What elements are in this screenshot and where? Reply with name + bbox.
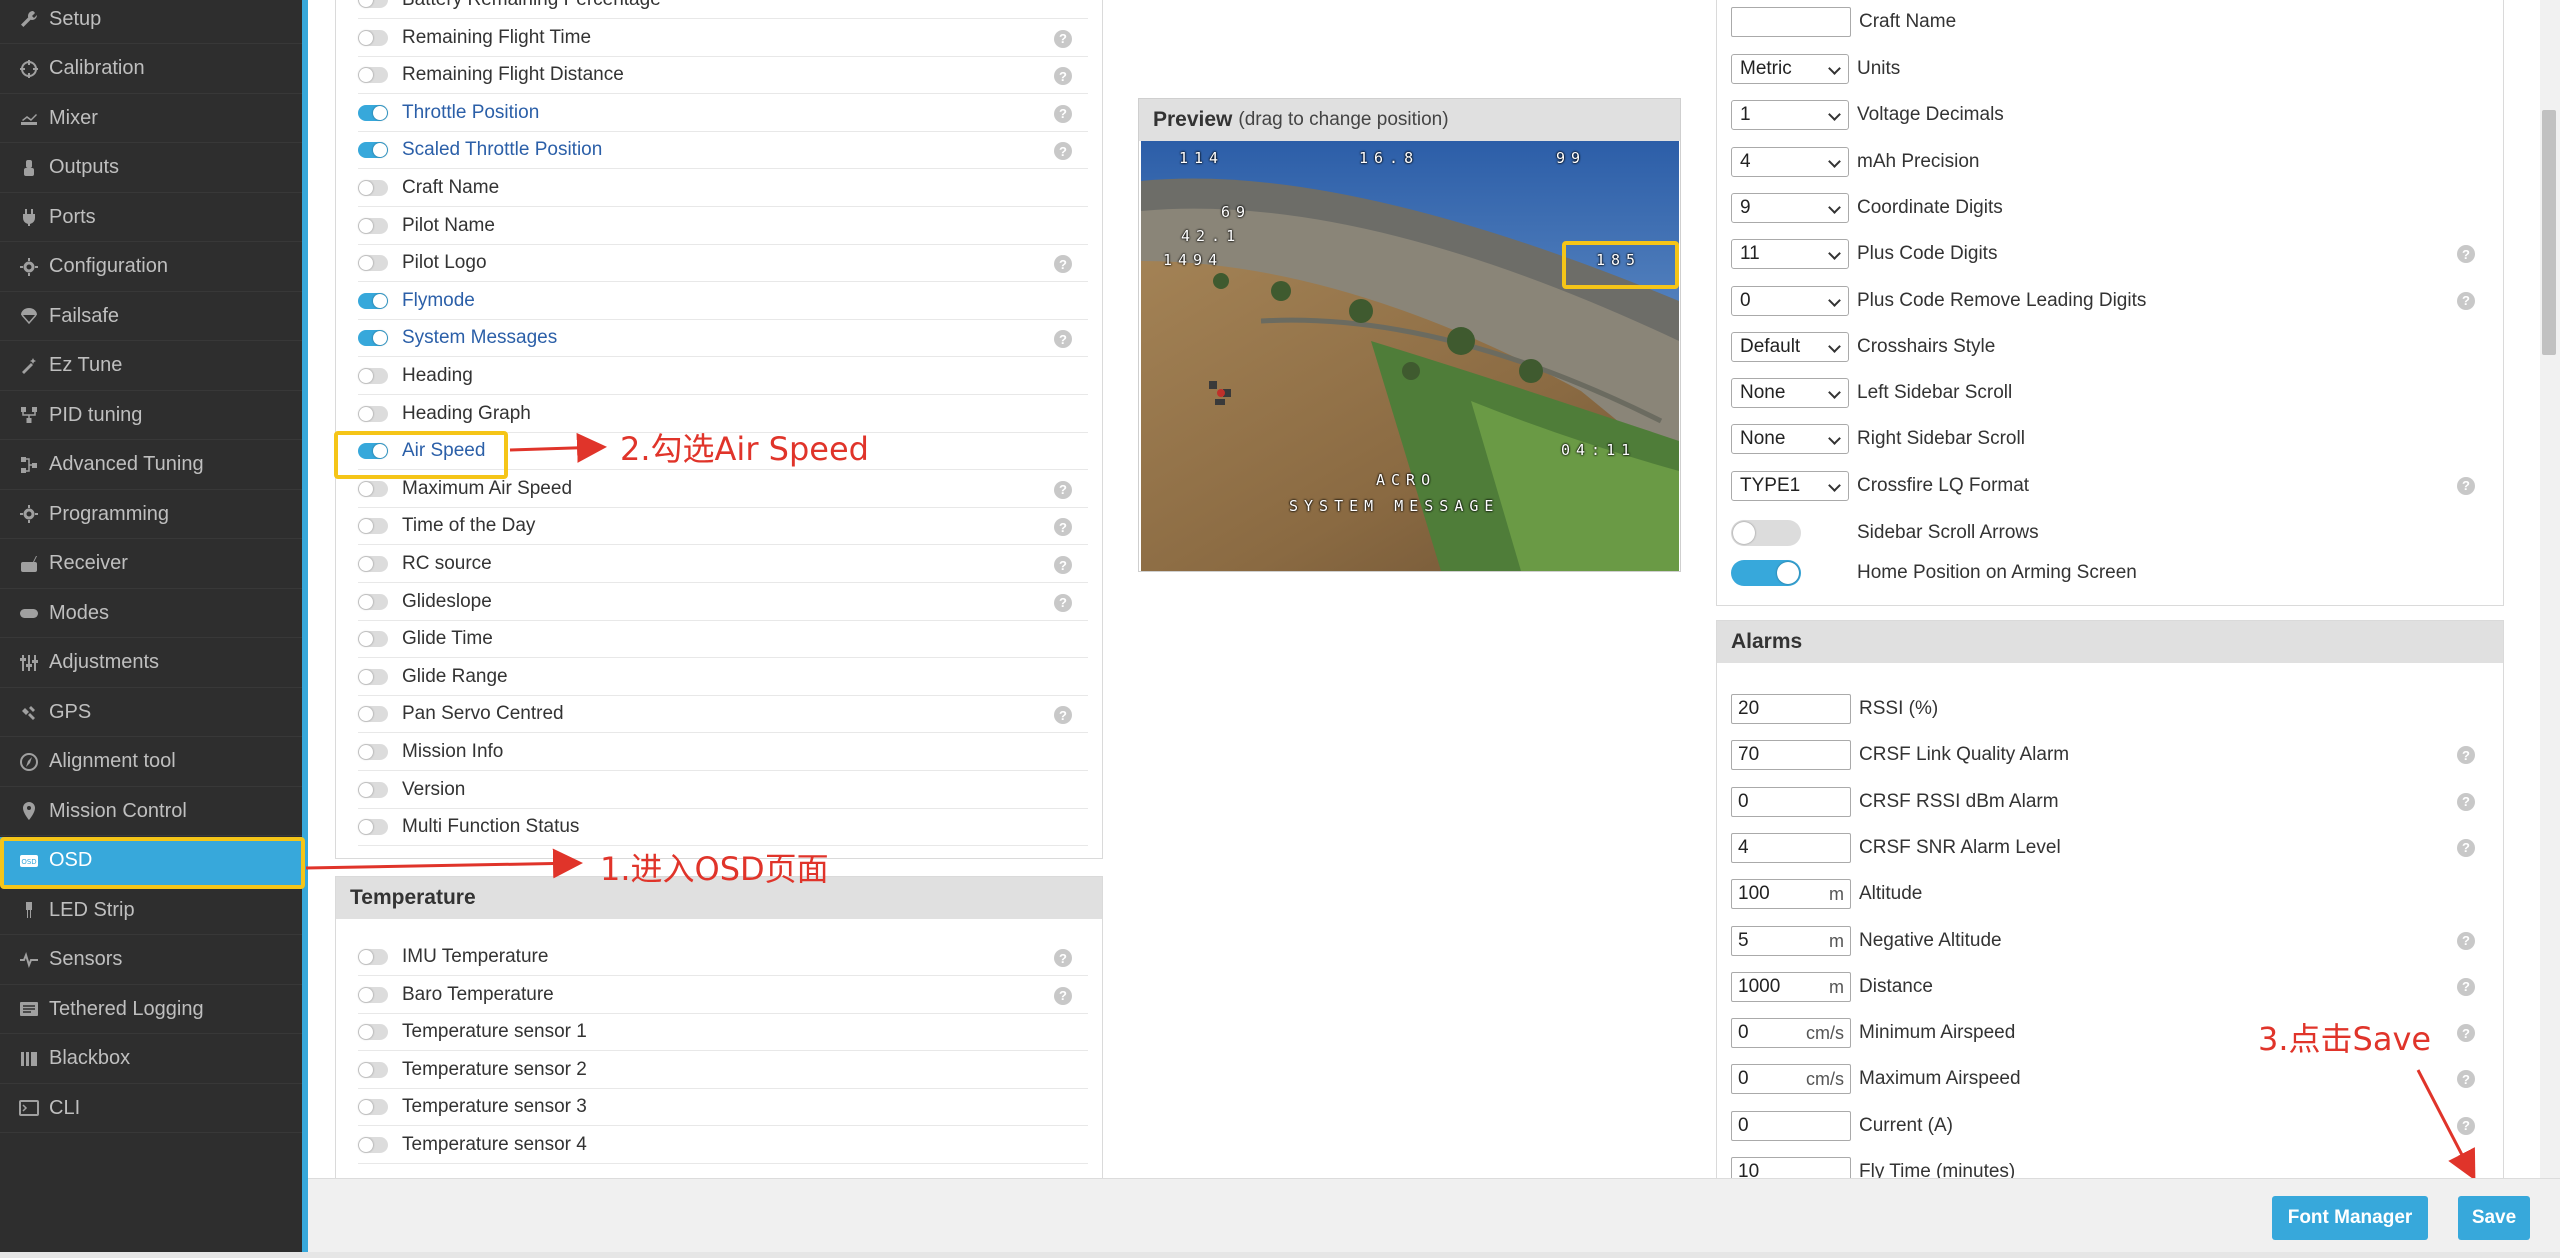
annotation-arrows [305, 432, 2476, 1181]
font-manager-button[interactable]: Font Manager [2272, 1196, 2428, 1240]
step1-annotation: 1.进入OSD页面 [600, 850, 829, 888]
step2-annotation: 2.勾选Air Speed [620, 430, 869, 468]
step3-annotation: 3.点击Save [2258, 1020, 2432, 1058]
app-root: Setup Calibration Mixer Outputs Ports Configu… [0, 0, 2560, 1258]
status-bar [0, 1252, 2560, 1258]
page-scrollbar-thumb[interactable] [2542, 110, 2556, 355]
save-button[interactable]: Save [2458, 1196, 2530, 1240]
bottom-toolbar [308, 1178, 2560, 1258]
